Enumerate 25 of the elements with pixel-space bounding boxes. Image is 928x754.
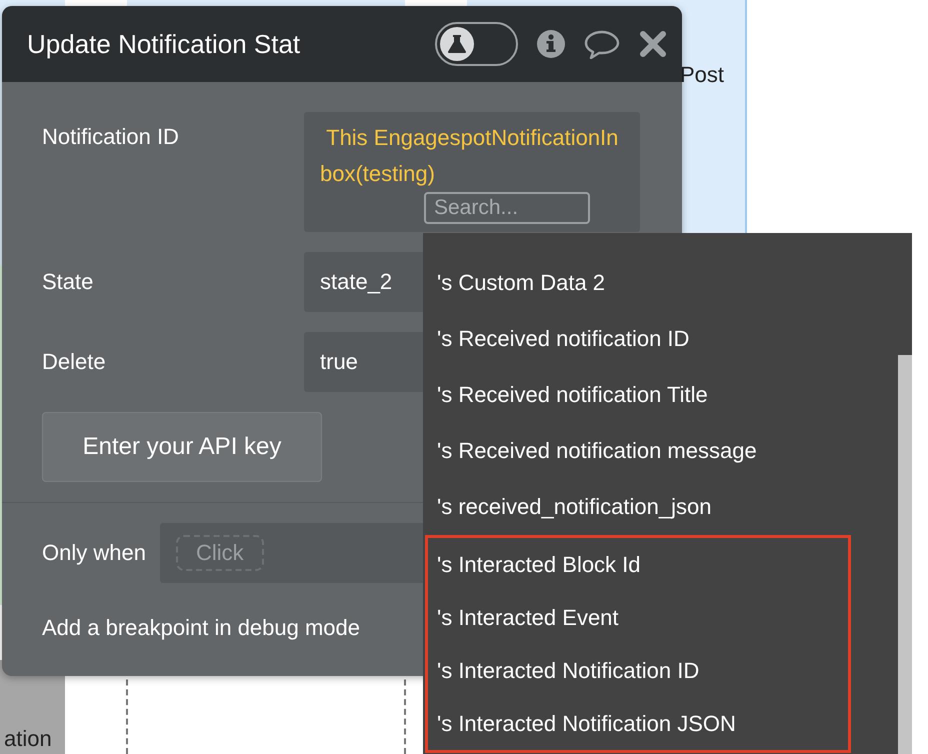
flask-icon [440, 27, 474, 61]
menu-item[interactable]: 's Received notification message [423, 423, 898, 479]
field-label: State [42, 268, 94, 295]
close-icon[interactable] [638, 29, 668, 59]
menu-item[interactable]: 's Interacted Notification JSON [428, 697, 848, 750]
info-icon[interactable] [536, 29, 566, 59]
search-field[interactable]: Search... [424, 192, 590, 224]
scrollbar[interactable] [898, 355, 912, 754]
menu-item[interactable]: 's Received notification Title [423, 367, 898, 423]
field-label: Only when [42, 540, 146, 566]
test-mode-toggle[interactable] [435, 22, 518, 66]
menu-item[interactable]: 's Interacted Event [428, 591, 848, 644]
api-key-button[interactable]: Enter your API key [42, 412, 322, 482]
field-label: Delete [42, 348, 107, 375]
menu-item[interactable]: 's Received notification ID [423, 311, 898, 367]
canvas-text: Post [680, 62, 724, 88]
menu-item[interactable]: 's Custom Data 2 [423, 255, 898, 311]
comment-icon[interactable] [584, 29, 620, 59]
panel-title: Update Notification Stat [27, 28, 300, 60]
expression-field[interactable]: This EngagespotNotificationInbox(testing) Search... [304, 112, 640, 232]
canvas-text: ation [4, 726, 52, 752]
breakpoint-label: Add a breakpoint in debug mode [42, 615, 360, 641]
menu-item[interactable]: 's Interacted Notification ID [428, 644, 848, 697]
expression-text: This EngagespotNotificationInbox(testing) [320, 124, 620, 188]
field-label: Notification ID [42, 123, 180, 150]
